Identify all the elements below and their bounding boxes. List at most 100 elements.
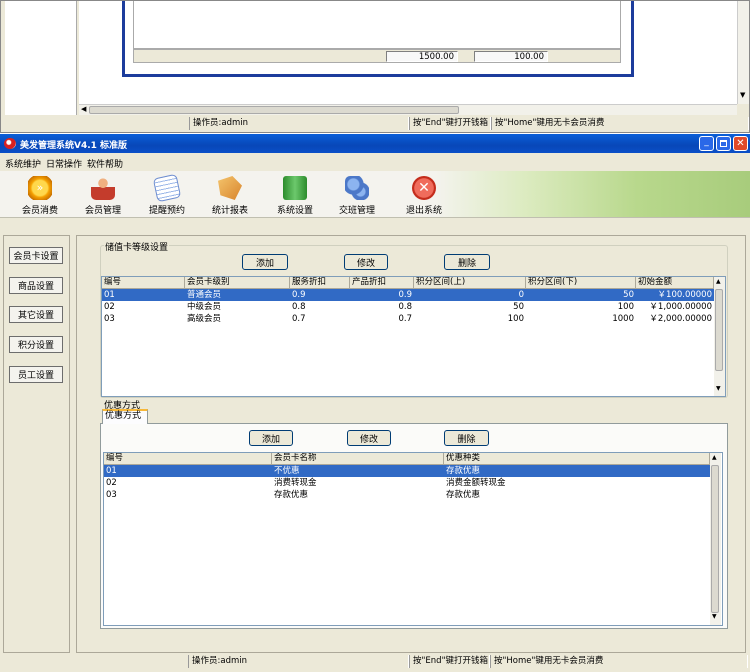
cell: 50 xyxy=(623,290,634,300)
maximize-button[interactable] xyxy=(716,136,731,151)
col-header[interactable]: 产品折扣 xyxy=(350,277,414,289)
cell: ￥1,000.00000 xyxy=(649,302,712,312)
reminder-icon xyxy=(152,173,182,203)
cell: 100 xyxy=(507,314,524,324)
shift-handover-icon xyxy=(345,176,369,200)
member-consume-icon: » xyxy=(28,176,52,200)
cell: 03 xyxy=(106,490,117,500)
cell: ￥2,000.00000 xyxy=(649,314,712,324)
sidebar-points-settings[interactable]: 积分设置 xyxy=(9,336,63,353)
cell: 01 xyxy=(106,466,117,476)
card-edit-button[interactable]: 修改 xyxy=(344,254,388,270)
sidebar-staff-settings[interactable]: 员工设置 xyxy=(9,366,63,383)
cell: 0.7 xyxy=(398,314,412,324)
toolbar-label: 系统设置 xyxy=(276,206,313,216)
dialog-totals-bar: 1500.00 100.00 xyxy=(133,49,621,63)
toolbar-label: 统计报表 xyxy=(211,206,248,216)
scroll-thumb[interactable] xyxy=(711,465,719,613)
discounts-grid[interactable]: 编号 会员卡名称 优惠种类 01 不优惠 存款优惠 02 消费转现金 消费金额转… xyxy=(103,452,723,626)
cell: 0.8 xyxy=(398,302,412,312)
cell: 中级会员 xyxy=(187,302,222,312)
sidebar-product-settings[interactable]: 商品设置 xyxy=(9,277,63,294)
scroll-down-arrow-icon[interactable]: ▼ xyxy=(740,91,745,99)
background-status-bar: 操作员:admin 按"End"键打开钱箱 按"Home"键用无卡会员消费 xyxy=(1,117,749,130)
col-header[interactable]: 优惠种类 xyxy=(444,453,710,465)
cell: 50 xyxy=(513,302,524,312)
col-header[interactable]: 会员卡名称 xyxy=(272,453,444,465)
cell: 03 xyxy=(104,314,115,324)
scroll-up-arrow-icon[interactable]: ▲ xyxy=(716,278,721,285)
menu-system-maintenance[interactable]: 系统维护 xyxy=(5,157,41,170)
background-dialog: 1500.00 100.00 xyxy=(122,1,634,77)
toolbar-reminder[interactable]: 提醒预约 xyxy=(137,173,197,216)
toolbar-system-settings[interactable]: 系统设置 xyxy=(265,176,325,216)
menu-software-help[interactable]: 软件帮助 xyxy=(87,157,123,170)
col-header[interactable]: 会员卡级别 xyxy=(185,277,290,289)
hscroll-thumb[interactable] xyxy=(89,106,459,114)
toolbar-member-manage[interactable]: 会员管理 xyxy=(73,176,133,216)
background-window: 1500.00 100.00 ▼ ◀ 操作员:admin 按"End"键打开钱箱… xyxy=(0,0,750,133)
status-home-key: 按"Home"键用无卡会员消费 xyxy=(490,655,748,668)
toolbar-exit[interactable]: ✕ 退出系统 xyxy=(394,176,454,216)
toolbar-label: 会员消费 xyxy=(21,206,58,216)
card-add-button[interactable]: 添加 xyxy=(242,254,288,270)
cell: 存款优惠 xyxy=(274,490,309,500)
toolbar-report[interactable]: 统计报表 xyxy=(200,176,260,216)
cell: 0.8 xyxy=(292,302,306,312)
col-header[interactable]: 初始金额 xyxy=(636,277,714,289)
discount-edit-button[interactable]: 修改 xyxy=(347,430,391,446)
background-client-area xyxy=(5,1,77,115)
report-icon xyxy=(218,176,242,200)
close-button[interactable]: ✕ xyxy=(733,136,748,151)
table-row-selected[interactable] xyxy=(104,465,710,477)
bg-status-home-key: 按"Home"键用无卡会员消费 xyxy=(491,117,749,130)
bg-status-end-key: 按"End"键打开钱箱 xyxy=(409,117,491,130)
background-hscrollbar[interactable]: ◀ xyxy=(79,104,737,115)
toolbar-member-consume[interactable]: » 会员消费 xyxy=(10,176,70,216)
col-header[interactable]: 积分区间(上) xyxy=(414,277,526,289)
scroll-left-arrow-icon[interactable]: ◀ xyxy=(81,105,86,113)
total-field-2: 100.00 xyxy=(474,51,548,62)
toolbar-shift-handover[interactable]: 交班管理 xyxy=(327,176,387,216)
background-vscrollbar[interactable]: ▼ xyxy=(737,1,749,104)
cell: 消费金额转现金 xyxy=(446,478,506,488)
col-header[interactable]: 积分区间(下) xyxy=(526,277,636,289)
minimize-button[interactable]: _ xyxy=(699,136,714,151)
status-operator: 操作员:admin xyxy=(188,655,409,668)
member-manage-icon xyxy=(91,176,115,200)
scroll-up-arrow-icon[interactable]: ▲ xyxy=(712,454,717,461)
col-header[interactable]: 编号 xyxy=(104,453,272,465)
menu-bar: 系统维护 日常操作 软件帮助 xyxy=(0,154,750,170)
maximize-icon xyxy=(720,140,727,147)
menu-daily-operations[interactable]: 日常操作 xyxy=(46,157,82,170)
toolbar-label: 交班管理 xyxy=(338,206,375,216)
cell: 不优惠 xyxy=(274,466,300,476)
cell: 存款优惠 xyxy=(446,466,481,476)
discount-grid-vscrollbar[interactable]: ▲ ▼ xyxy=(710,453,721,625)
card-grid-vscrollbar[interactable]: ▲ ▼ xyxy=(714,277,725,396)
scroll-down-arrow-icon[interactable]: ▼ xyxy=(716,385,721,392)
discount-add-button[interactable]: 添加 xyxy=(249,430,293,446)
scroll-thumb[interactable] xyxy=(715,289,723,371)
cell: 消费转现金 xyxy=(274,478,317,488)
col-header[interactable]: 服务折扣 xyxy=(290,277,350,289)
system-settings-icon xyxy=(283,176,307,200)
toolbar-label: 会员管理 xyxy=(84,206,121,216)
cell: 02 xyxy=(104,302,115,312)
scroll-down-arrow-icon[interactable]: ▼ xyxy=(712,613,717,620)
card-levels-grid[interactable]: 编号 会员卡级别 服务折扣 产品折扣 积分区间(上) 积分区间(下) 初始金额 … xyxy=(101,276,726,397)
cell: 存款优惠 xyxy=(446,490,481,500)
discount-delete-button[interactable]: 删除 xyxy=(444,430,489,446)
cell: 1000 xyxy=(612,314,634,324)
cell: 02 xyxy=(106,478,117,488)
title-bar[interactable]: 美发管理系统V4.1 标准版 _ ✕ xyxy=(0,134,750,153)
cell: 0.7 xyxy=(292,314,306,324)
cell: 100 xyxy=(617,302,634,312)
card-delete-button[interactable]: 删除 xyxy=(444,254,490,270)
cell: 高级会员 xyxy=(187,314,222,324)
sidebar-card-settings[interactable]: 会员卡设置 xyxy=(9,247,63,264)
card-levels-title: 储值卡等级设置 xyxy=(104,240,170,253)
tab-discounts[interactable]: 优惠方式 xyxy=(102,409,148,424)
col-header[interactable]: 编号 xyxy=(102,277,185,289)
sidebar-other-settings[interactable]: 其它设置 xyxy=(9,306,63,323)
